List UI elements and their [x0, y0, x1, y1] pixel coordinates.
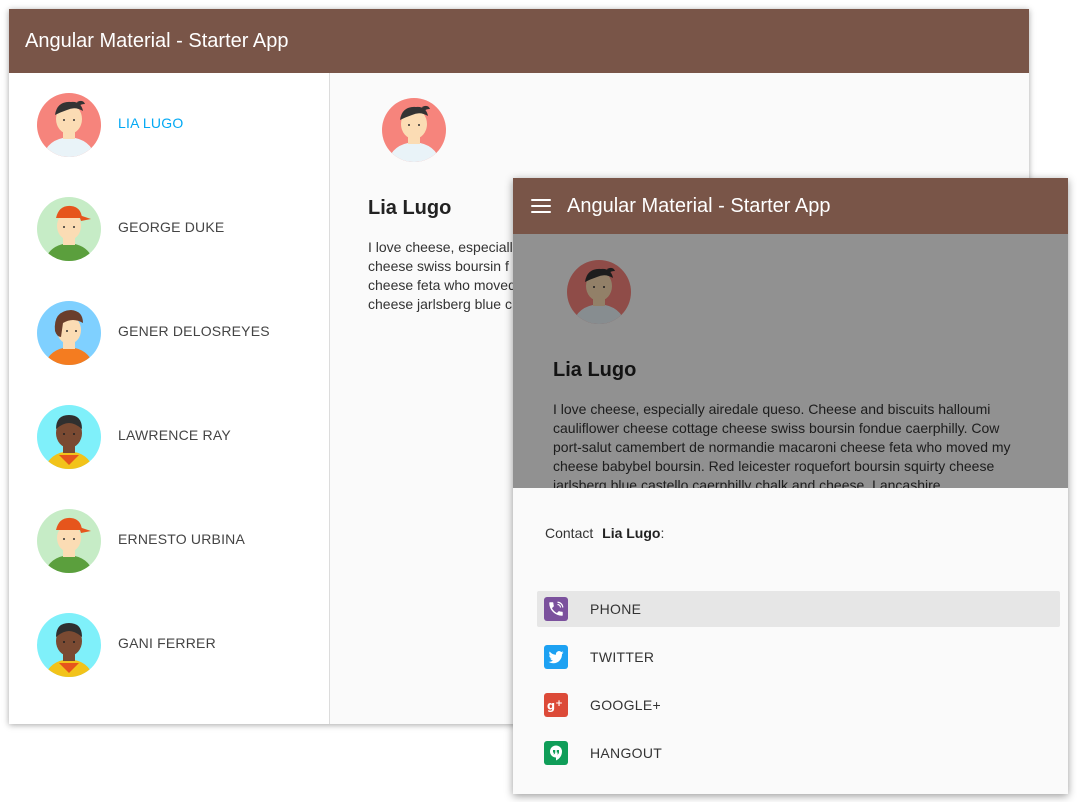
google-plus-action-button[interactable]: g + GOOGLE+: [537, 687, 1060, 723]
phone-icon: [544, 597, 568, 621]
app-toolbar: Angular Material - Starter App: [513, 178, 1068, 234]
app-toolbar: Angular Material - Starter App: [9, 9, 1029, 73]
hangout-action-button[interactable]: HANGOUT: [537, 735, 1060, 771]
svg-text:g: g: [547, 700, 555, 713]
mobile-app-window: Angular Material - Starter App Lia Lugo …: [513, 178, 1068, 794]
avatar-boy-black-hair-icon: [37, 93, 101, 157]
user-list-item[interactable]: GEORGE DUKE: [9, 197, 329, 301]
user-list-item[interactable]: GENER DELOSREYES: [9, 301, 329, 405]
user-name: LIA LUGO: [118, 115, 184, 131]
action-label: TWITTER: [590, 649, 655, 665]
contact-bottom-sheet: Contact Lia Lugo: PHONE TWITTER g + GOOG…: [513, 488, 1068, 794]
bio-line: I love cheese, especiall: [368, 239, 513, 255]
bio-line: cheese jarlsberg blue c: [368, 296, 512, 312]
action-label: PHONE: [590, 601, 642, 617]
avatar-boy-red-cap-icon: [37, 197, 101, 261]
user-list-item[interactable]: ERNESTO URBINA: [9, 509, 329, 613]
user-name: GANI FERRER: [118, 635, 216, 651]
action-label: GOOGLE+: [590, 697, 661, 713]
contact-prefix: Contact: [545, 525, 594, 541]
user-name: GENER DELOSREYES: [118, 323, 270, 339]
user-name: GEORGE DUKE: [118, 219, 225, 235]
avatar-boy-black-hair-icon: [382, 98, 446, 162]
contact-suffix: :: [660, 525, 665, 541]
google-plus-icon: g +: [544, 693, 568, 717]
user-list-item[interactable]: GANI FERRER: [9, 613, 329, 717]
user-sidenav: LIA LUGO GEORGE DUKE GENER DELOSREYES LA…: [9, 73, 330, 724]
twitter-action-button[interactable]: TWITTER: [537, 639, 1060, 675]
bio-line: cheese swiss boursin f: [368, 258, 509, 274]
backdrop-scrim[interactable]: [513, 234, 1068, 488]
avatar-boy-red-cap-icon: [37, 509, 101, 573]
app-title: Angular Material - Starter App: [25, 29, 289, 52]
user-name: ERNESTO URBINA: [118, 531, 246, 547]
bio-line: cheese feta who moved: [368, 277, 516, 293]
user-name: LAWRENCE RAY: [118, 427, 231, 443]
menu-icon[interactable]: [531, 199, 551, 213]
avatar-dark-skin-icon: [37, 405, 101, 469]
contact-name: Lia Lugo: [602, 525, 661, 541]
phone-action-button[interactable]: PHONE: [537, 591, 1060, 627]
hangout-icon: [544, 741, 568, 765]
avatar-girl-brown-hair-icon: [37, 301, 101, 365]
user-list-item[interactable]: LIA LUGO: [9, 93, 329, 197]
contact-heading: Contact Lia Lugo:: [545, 525, 664, 541]
twitter-icon: [544, 645, 568, 669]
contact-action-list: PHONE TWITTER g + GOOGLE+ HANGOUT: [537, 591, 1060, 783]
svg-text:+: +: [555, 699, 563, 709]
action-label: HANGOUT: [590, 745, 663, 761]
user-list-item[interactable]: LAWRENCE RAY: [9, 405, 329, 509]
app-title: Angular Material - Starter App: [567, 194, 831, 217]
avatar-dark-skin-icon: [37, 613, 101, 677]
